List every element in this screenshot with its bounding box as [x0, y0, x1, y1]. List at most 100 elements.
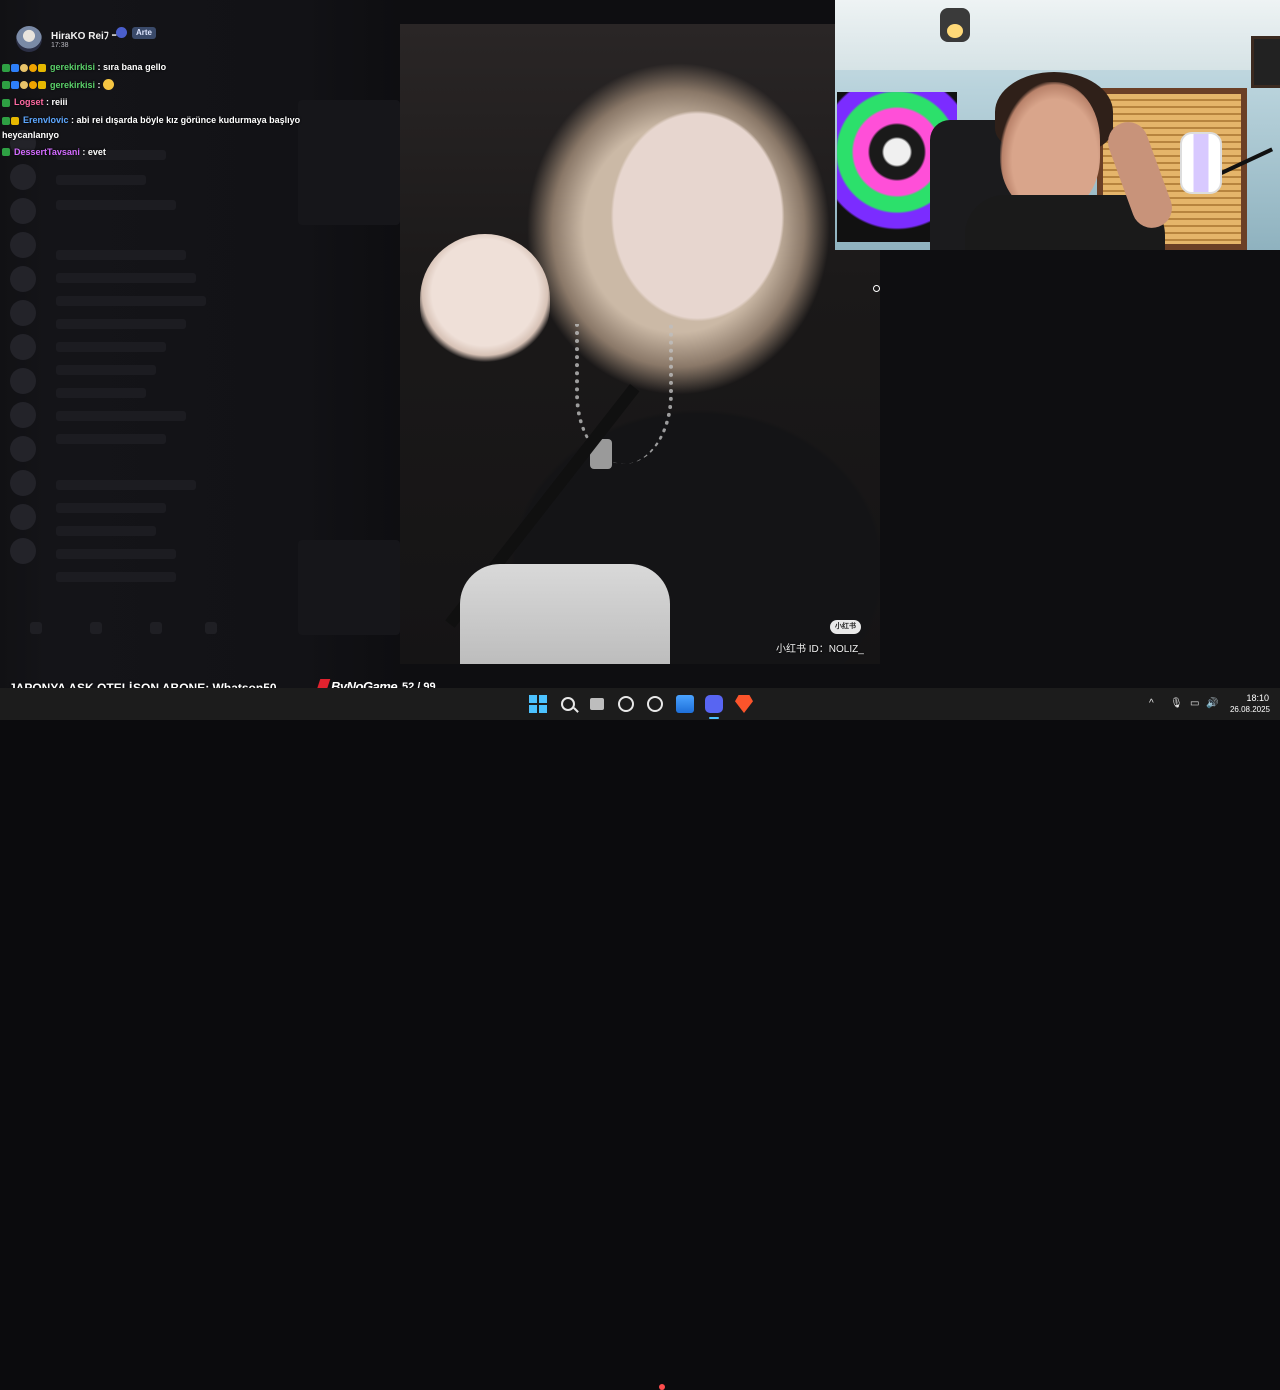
mic-icon[interactable] [30, 622, 42, 634]
server-icon[interactable] [10, 368, 36, 394]
wall-frame [1251, 36, 1280, 88]
channel-item[interactable] [56, 250, 186, 260]
channel-item[interactable] [56, 503, 166, 513]
chat-text: : evet [82, 146, 106, 157]
server-icon[interactable] [10, 266, 36, 292]
streamer-face [1000, 82, 1100, 212]
microphone-icon [1180, 132, 1222, 194]
shared-photo: 小红书 小红书 ID：NOLIZ_ [400, 24, 880, 664]
server-icon[interactable] [10, 300, 36, 326]
chat-message: Logset : reiii [2, 95, 302, 110]
chat-header: HiraKO Reiﾌ ｰ Arte 17:38 [14, 24, 394, 52]
chat-username[interactable]: gerekirkisi [50, 80, 95, 90]
server-icon[interactable] [10, 402, 36, 428]
user-badges [2, 61, 47, 75]
channel-item[interactable] [56, 175, 146, 185]
badge-icon [116, 27, 127, 38]
chat-message: DessertTavsani : evet [2, 145, 302, 160]
sword-badge-icon [2, 81, 10, 90]
watermark-id: 小红书 ID：NOLIZ_ [776, 644, 864, 655]
message-attachment [298, 540, 400, 635]
channel-item[interactable] [56, 411, 186, 421]
coin-badge-icon [29, 81, 37, 90]
user-badges [2, 114, 20, 128]
obs-icon[interactable] [647, 696, 663, 712]
watermark-badge: 小红书 [830, 620, 861, 634]
server-icon[interactable] [10, 164, 36, 190]
chat-message: Erenvlovic : abi rei dışarda böyle kız g… [2, 113, 302, 142]
room-ceiling [835, 0, 1280, 70]
server-icon[interactable] [10, 232, 36, 258]
server-icon[interactable] [10, 470, 36, 496]
user-badges [2, 96, 11, 110]
gift-badge-icon [38, 63, 46, 72]
channel-item[interactable] [56, 388, 146, 398]
chat-username[interactable]: Erenvlovic [23, 115, 69, 125]
mouse-cursor [873, 285, 880, 292]
channel-item[interactable] [56, 434, 166, 444]
gift-badge-icon [38, 81, 46, 90]
chat-text: : sıra bana gello [97, 62, 167, 72]
tray-display-icon[interactable]: ▭ [1190, 698, 1199, 709]
chatgpt-icon[interactable] [618, 696, 634, 712]
server-icon[interactable] [10, 538, 36, 564]
channel-item[interactable] [56, 319, 186, 329]
channel-item[interactable] [56, 200, 176, 210]
channel-item[interactable] [56, 296, 206, 306]
coin-badge-icon [29, 63, 37, 72]
chat-message: gerekirkisi : sıra bana gello [2, 60, 302, 75]
gift-badge-icon [11, 116, 19, 125]
photo-hand [420, 234, 550, 364]
photos-icon[interactable] [676, 695, 694, 713]
channel-item[interactable] [56, 480, 196, 490]
tray-mic-icon[interactable]: 🎙 [1170, 698, 1183, 709]
photo-skirt [460, 564, 670, 664]
chat-text: : [97, 79, 101, 90]
smiley-icon [103, 78, 115, 90]
user-badges [2, 78, 47, 92]
notification-dot [659, 1384, 665, 1390]
role-tag: Arte [132, 27, 157, 39]
server-icon[interactable] [10, 334, 36, 360]
discord-icon[interactable] [705, 695, 723, 713]
webcam-feed [835, 0, 1280, 250]
sword-badge-icon [2, 63, 10, 72]
tray-volume-icon[interactable]: 🔊 [1206, 698, 1218, 709]
channel-item[interactable] [56, 365, 156, 375]
screen-share-icon[interactable] [205, 622, 217, 634]
search-icon[interactable] [561, 697, 575, 711]
heart-badge-icon [20, 81, 28, 90]
channel-list [44, 150, 244, 590]
tray-chevron-icon[interactable]: ^ [1149, 698, 1154, 709]
header-username: HiraKO Reiﾌ ｰ [51, 31, 117, 42]
lamp-light [947, 24, 963, 38]
sword-badge-icon [2, 98, 10, 107]
user-panel [30, 622, 230, 636]
brave-icon[interactable] [735, 695, 753, 713]
message-attachment [298, 100, 400, 225]
channel-item[interactable] [56, 526, 156, 536]
sword-badge-icon [2, 148, 10, 157]
task-view-icon[interactable] [590, 698, 604, 710]
channel-item[interactable] [56, 273, 196, 283]
server-icon[interactable] [10, 198, 36, 224]
chat-username[interactable]: DessertTavsani [14, 147, 80, 157]
clock-time[interactable]: 18:10 [1245, 693, 1269, 703]
windows-taskbar: ^ 🎙 ▭ 🔊 18:10 26.08.2025 [0, 688, 1280, 1390]
header-timestamp: 17:38 [51, 42, 69, 49]
channel-item[interactable] [56, 549, 176, 559]
chat-username[interactable]: Logset [14, 97, 44, 107]
chat-username[interactable]: gerekirkisi [50, 62, 95, 72]
user-badges [2, 145, 11, 159]
channel-item[interactable] [56, 572, 176, 582]
server-icon[interactable] [10, 504, 36, 530]
verified-badge-icon [11, 63, 19, 72]
clock-date[interactable]: 26.08.2025 [1226, 705, 1270, 714]
windows-start-icon[interactable] [529, 695, 547, 713]
heart-badge-icon [20, 63, 28, 72]
channel-item[interactable] [56, 342, 166, 352]
chat-text: : reiii [46, 97, 68, 108]
gear-icon[interactable] [150, 622, 162, 634]
server-icon[interactable] [10, 436, 36, 462]
headphones-icon[interactable] [90, 622, 102, 634]
